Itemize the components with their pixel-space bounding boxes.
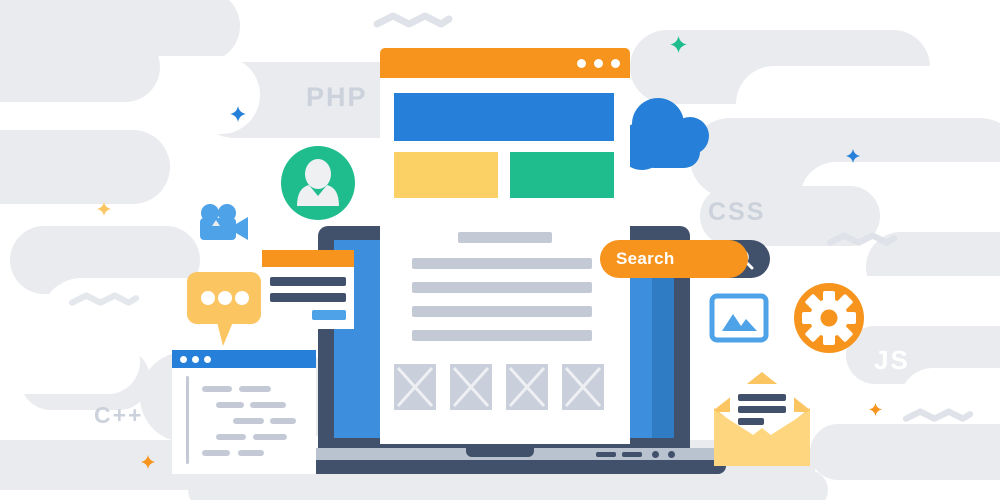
envelope-icon (706, 366, 818, 476)
placeholder-box (394, 364, 436, 410)
hero-banner (394, 93, 614, 141)
language-label-js: JS (874, 345, 910, 375)
content-card-green (510, 152, 614, 198)
window-dot[interactable] (594, 58, 603, 68)
sparkle-sp2 (670, 36, 687, 53)
sparkle-sp4 (97, 202, 111, 216)
code-line (233, 418, 264, 424)
browser-titlebar (380, 48, 630, 78)
video-camera-icon (196, 202, 252, 246)
sparkle-sp3 (846, 149, 860, 163)
window-dot[interactable] (577, 58, 586, 68)
form-submit-button[interactable] (312, 310, 346, 320)
code-gutter (186, 376, 189, 464)
code-line (216, 402, 244, 408)
window-dot[interactable] (192, 356, 199, 363)
bg-blob-white (0, 330, 140, 394)
content-text-line (412, 306, 592, 317)
form-field[interactable] (270, 277, 346, 286)
code-line (270, 418, 296, 424)
zigzag-zz2 (66, 292, 142, 308)
code-line (250, 402, 286, 408)
bg-blob (810, 424, 1000, 480)
placeholder-box (506, 364, 548, 410)
laptop-port (622, 452, 642, 457)
placeholder-box (562, 364, 604, 410)
language-label-css: CSS (708, 198, 766, 226)
language-label-cpp: C++ (94, 402, 144, 428)
code-line (202, 450, 230, 456)
laptop-foot (278, 460, 726, 474)
zigzag-zz1 (372, 12, 454, 30)
language-label-html: HTML (188, 155, 269, 185)
user-avatar-icon (281, 146, 355, 220)
sparkle-sp1 (230, 106, 246, 122)
code-line (238, 450, 264, 456)
placeholder-box (450, 364, 492, 410)
code-line (239, 386, 271, 392)
content-text-line (412, 330, 592, 341)
window-dot[interactable] (180, 356, 187, 363)
bg-blob (0, 130, 170, 204)
content-text-line (412, 258, 592, 269)
form-card-header (262, 250, 354, 267)
code-editor-titlebar (172, 350, 316, 368)
window-dot[interactable] (204, 356, 211, 363)
laptop-notch (466, 448, 534, 457)
content-text-line (412, 282, 592, 293)
content-heading-line (458, 232, 552, 243)
image-placeholder-icon (709, 293, 769, 343)
sparkle-sp5 (141, 455, 155, 469)
language-label-php: PHP (306, 82, 368, 112)
laptop-port (596, 452, 616, 457)
search-label: Search (616, 249, 675, 268)
code-line (216, 434, 246, 440)
code-line (253, 434, 287, 440)
gear-icon (794, 283, 864, 353)
zigzag-zz3 (824, 232, 900, 248)
window-dot[interactable] (611, 58, 620, 68)
content-card-yellow (394, 152, 498, 198)
cloud-icon (612, 96, 732, 176)
form-field[interactable] (270, 293, 346, 302)
search-input[interactable]: Search (600, 240, 748, 278)
chat-bubble-icon (187, 272, 267, 348)
laptop-indicator (668, 451, 675, 458)
laptop-indicator (652, 451, 659, 458)
zigzag-zz4 (900, 408, 976, 424)
sparkle-sp6 (869, 403, 882, 416)
illustration-canvas: PHP HTML CSS JS C++ Search (0, 0, 1000, 500)
bg-blob (0, 32, 160, 102)
code-line (202, 386, 232, 392)
